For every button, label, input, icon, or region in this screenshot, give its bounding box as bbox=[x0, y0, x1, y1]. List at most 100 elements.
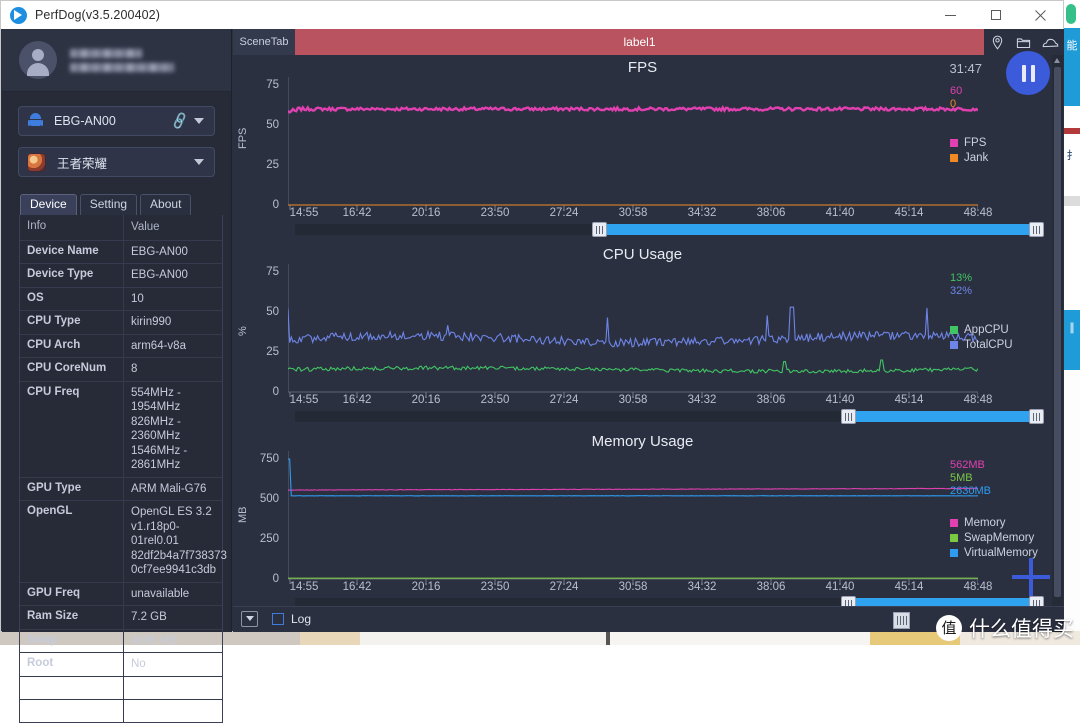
account-panel[interactable] bbox=[2, 29, 231, 92]
plot-area[interactable] bbox=[281, 263, 979, 397]
table-row: CPU Arch arm64-v8a bbox=[20, 334, 222, 358]
x-tick-label: 38:06 bbox=[756, 394, 786, 406]
chevron-down-icon[interactable] bbox=[194, 118, 204, 124]
plot-area[interactable] bbox=[281, 76, 979, 210]
app-select-value: 王者荣耀 bbox=[57, 156, 108, 171]
table-row: CPU Type kirin990 bbox=[20, 311, 222, 335]
scrollbar-range-fill[interactable] bbox=[847, 411, 1037, 422]
scene-tab-label: SceneTab bbox=[233, 29, 295, 55]
legend-item-memory[interactable]: Memory bbox=[950, 517, 1046, 529]
current-value-appcpu: 13% bbox=[950, 272, 973, 284]
add-metric-button[interactable] bbox=[1012, 558, 1050, 596]
table-row: Swap 4095 MB bbox=[20, 629, 222, 653]
account-name-redacted bbox=[70, 48, 142, 58]
title-bar: PerfDog(v3.5.200402) bbox=[1, 1, 1063, 29]
series-line-totalcpu bbox=[287, 306, 979, 348]
cloud-icon[interactable] bbox=[1042, 35, 1059, 50]
chart-current-values: 13% 32% bbox=[950, 272, 1046, 298]
background-top-right bbox=[1064, 0, 1080, 28]
close-button[interactable] bbox=[1018, 1, 1063, 29]
scrollbar-left-grip[interactable] bbox=[840, 409, 856, 424]
x-tick-label: 30:58 bbox=[618, 207, 648, 219]
table-row: CPU CoreNum 8 bbox=[20, 358, 222, 382]
x-tick-label: 16:42 bbox=[342, 581, 372, 593]
charts-container: FPS 0 25 50 75 FPS 14:55 16:42 20:16 23:50 27:24 30… bbox=[233, 55, 1052, 632]
legend-swatch-icon bbox=[950, 519, 958, 527]
chart-horizontal-scrollbar[interactable] bbox=[295, 409, 1044, 424]
legend-item-totalcpu[interactable]: TotalCPU bbox=[950, 339, 1046, 351]
account-text-redacted bbox=[70, 48, 174, 72]
x-tick-label: 38:06 bbox=[756, 207, 786, 219]
legend-item-jank[interactable]: Jank bbox=[950, 152, 1046, 164]
legend-item-appcpu[interactable]: AppCPU bbox=[950, 324, 1046, 336]
scene-tab-label1[interactable]: label1 bbox=[295, 29, 984, 55]
table-row: OS 10 bbox=[20, 287, 222, 311]
series-line-memory bbox=[287, 487, 979, 491]
pause-button[interactable] bbox=[1006, 51, 1050, 95]
table-cell-key: Ram Size bbox=[20, 606, 124, 629]
log-checkbox[interactable] bbox=[272, 612, 284, 625]
legend-item-swapmemory[interactable]: SwapMemory bbox=[950, 532, 1046, 544]
charts-vertical-scrollbar[interactable] bbox=[1052, 55, 1063, 632]
location-pin-icon[interactable] bbox=[990, 35, 1005, 50]
device-info-table: Info Value Device Name EBG-AN00 Device Typ… bbox=[19, 215, 227, 723]
x-tick-label: 20:16 bbox=[411, 207, 441, 219]
y-tick-label: 0 bbox=[272, 573, 279, 585]
scrollbar-range-fill[interactable] bbox=[599, 224, 1037, 235]
tab-device[interactable]: Device bbox=[20, 194, 77, 215]
series-line-virtualmemory bbox=[288, 458, 979, 497]
chart-legend: FPS Jank bbox=[950, 137, 1046, 167]
chevron-down-icon[interactable] bbox=[194, 159, 204, 165]
x-tick-label: 34:32 bbox=[687, 207, 717, 219]
chart-horizontal-scrollbar[interactable] bbox=[295, 222, 1044, 237]
series-line-appcpu bbox=[287, 359, 979, 374]
y-tick-label: 250 bbox=[259, 533, 279, 545]
y-tick-label: 75 bbox=[266, 79, 279, 91]
link-icon[interactable]: 🔗 bbox=[170, 111, 191, 132]
table-row: OpenGL OpenGL ES 3.2 v1.r18p0-01rel0.01 8… bbox=[20, 501, 227, 583]
y-tick-label: 50 bbox=[266, 119, 279, 131]
table-cell-value: 7.2 GB bbox=[131, 611, 167, 623]
tab-about[interactable]: About bbox=[140, 194, 192, 215]
session-timer: 31:47 bbox=[949, 61, 982, 76]
folder-icon[interactable] bbox=[1016, 35, 1031, 50]
table-cell-value: EBG-AN00 bbox=[131, 269, 188, 281]
table-header-value: Value bbox=[131, 221, 160, 233]
legend-label: AppCPU bbox=[964, 324, 1009, 336]
legend-swatch-icon bbox=[950, 154, 958, 162]
tab-setting[interactable]: Setting bbox=[79, 194, 138, 215]
x-tick-label: 14:55 bbox=[289, 394, 319, 406]
legend-swatch-icon bbox=[950, 534, 958, 542]
legend-item-fps[interactable]: FPS bbox=[950, 137, 1046, 149]
chart-current-values: 562MB 5MB 2630MB bbox=[950, 459, 1046, 498]
legend-label: TotalCPU bbox=[964, 339, 1013, 351]
perfdog-window: PerfDog(v3.5.200402) EBG-AN00 🔗 王者荣耀 Dev… bbox=[0, 0, 1064, 723]
y-axis: 0 25 50 75 FPS bbox=[233, 77, 288, 211]
scrollbar-left-grip[interactable] bbox=[592, 222, 608, 237]
table-cell-value: 10 bbox=[131, 292, 144, 305]
table-cell-key bbox=[20, 676, 124, 699]
table-cell-value bbox=[124, 700, 222, 722]
x-tick-label: 16:42 bbox=[342, 207, 372, 219]
legend-label: FPS bbox=[964, 137, 987, 149]
table-cell-value: No bbox=[131, 658, 146, 670]
scrollbar-right-grip[interactable] bbox=[1029, 409, 1044, 424]
device-select[interactable]: EBG-AN00 🔗 bbox=[18, 106, 215, 136]
scene-tab-bar: SceneTab label1 bbox=[233, 29, 1064, 55]
minimize-button[interactable] bbox=[928, 1, 973, 29]
chart-title: CPU Usage bbox=[602, 246, 683, 263]
table-row: GPU Freq unavailable bbox=[20, 582, 222, 606]
table-cell-key: GPU Freq bbox=[20, 582, 124, 605]
app-select[interactable]: 王者荣耀 bbox=[18, 147, 215, 177]
table-cell-value: unavailable bbox=[131, 587, 190, 600]
scrollbar-thumb[interactable] bbox=[1054, 67, 1061, 597]
plot-area[interactable] bbox=[281, 450, 979, 584]
scroll-up-arrow-icon[interactable] bbox=[1054, 58, 1060, 63]
x-tick-label: 27:24 bbox=[549, 207, 579, 219]
sidebar-tabs: Device Setting About bbox=[20, 193, 231, 215]
collapse-button[interactable] bbox=[241, 610, 258, 627]
x-tick-label: 30:58 bbox=[618, 394, 648, 406]
maximize-button[interactable] bbox=[973, 1, 1018, 29]
scrollbar-right-grip[interactable] bbox=[1029, 222, 1044, 237]
x-tick-label: 34:32 bbox=[687, 394, 717, 406]
